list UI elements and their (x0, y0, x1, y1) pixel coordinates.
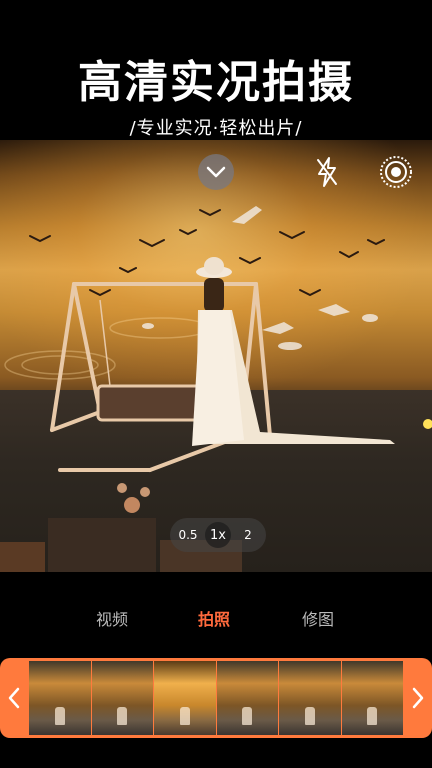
scene-illustration (0, 206, 432, 572)
zoom-option-2[interactable]: 2 (236, 528, 260, 542)
tab-photo[interactable]: 拍照 (198, 606, 230, 630)
page-subtitle: /专业实况·轻松出片/ (129, 118, 303, 139)
frame-thumbnails (29, 661, 403, 735)
strip-right-handle[interactable] (404, 658, 432, 738)
chevron-down-icon (206, 166, 226, 178)
frame-thumbnail[interactable] (279, 661, 341, 735)
header: 高清实况拍摄 /专业实况·轻松出片/ (0, 0, 432, 140)
live-photo-icon (380, 156, 412, 188)
zoom-option-1x[interactable]: 1x (205, 522, 231, 548)
zoom-selector[interactable]: 0.5 1x 2 (170, 518, 266, 552)
frame-thumbnail[interactable] (216, 661, 278, 735)
frame-thumbnail[interactable] (29, 661, 91, 735)
tab-video[interactable]: 视频 (96, 606, 128, 630)
frame-thumbnail[interactable] (341, 661, 403, 735)
strip-left-handle[interactable] (0, 658, 28, 738)
chevron-left-icon (8, 687, 20, 709)
frame-thumbnail-selected[interactable] (154, 661, 216, 735)
chevron-right-icon (412, 687, 424, 709)
page-title: 高清实况拍摄 (78, 57, 354, 108)
frame-strip[interactable] (0, 658, 432, 738)
flash-off-button[interactable] (312, 154, 342, 190)
flash-off-icon (317, 157, 337, 187)
tab-edit[interactable]: 修图 (302, 606, 334, 630)
frame-thumbnail[interactable] (91, 661, 153, 735)
live-photo-button[interactable] (378, 154, 414, 190)
camera-viewfinder[interactable] (0, 140, 432, 572)
collapse-button[interactable] (198, 154, 234, 190)
zoom-option-0.5[interactable]: 0.5 (176, 528, 200, 542)
mode-tabs: 视频 拍照 修图 (0, 606, 432, 632)
